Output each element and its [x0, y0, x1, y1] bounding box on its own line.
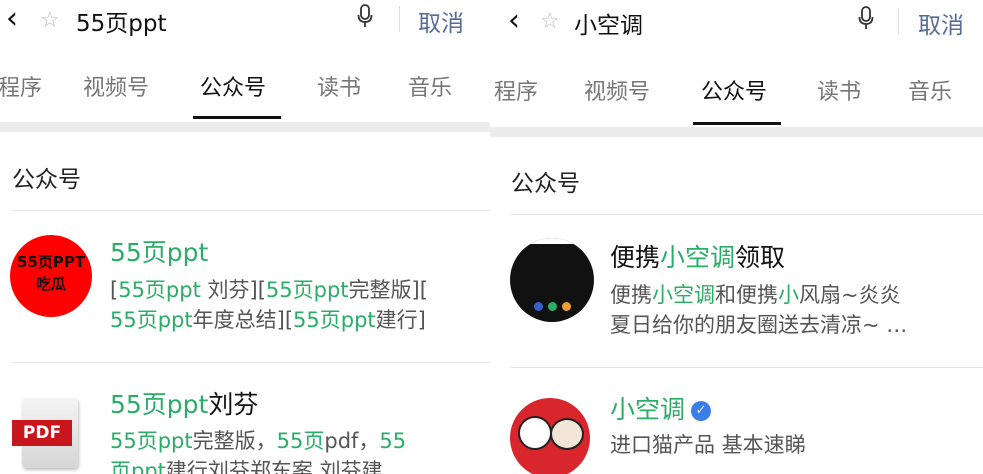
cancel-button[interactable]: 取消	[418, 4, 464, 38]
title-highlight: 55页ppt	[110, 390, 209, 419]
pdf-label: PDF	[12, 420, 72, 446]
desc-highlight: 小	[778, 283, 799, 307]
tab-books[interactable]: 读书	[317, 70, 361, 102]
result-title: 55页ppt	[110, 238, 209, 267]
avatar-dot	[534, 302, 543, 311]
result-description: 便携小空调和便携小风扇~炎炎 夏日给你的朋友圈送去清凉~ …	[610, 280, 907, 340]
desc-highlight: 页ppt	[110, 459, 166, 474]
desc-highlight: 55页	[276, 429, 325, 453]
desc-highlight: 55页ppt	[118, 278, 201, 302]
section-title: 公众号	[511, 171, 580, 197]
verified-icon: ✓	[691, 401, 712, 421]
desc-text: 夏日给你的朋友圈送去清凉~ …	[610, 313, 908, 337]
back-icon[interactable]: ‹	[6, 4, 18, 34]
avatar	[510, 238, 594, 322]
category-tabs: 程序 视频号 公众号 读书 音乐	[0, 60, 490, 120]
tab-program[interactable]: 程序	[0, 70, 42, 102]
right-search-pane: ‹ ☆ 小空调 取消 程序 视频号 公众号 读书 音乐 公众号 便携小空调领取 …	[490, 0, 983, 474]
title-highlight: 小空调	[660, 243, 736, 272]
desc-text: 建行刘芬郑东案 刘芬建	[165, 459, 383, 474]
divider	[12, 210, 490, 211]
tab-music[interactable]: 音乐	[908, 74, 952, 106]
search-divider	[898, 8, 899, 34]
result-title: 小空调 ✓	[610, 390, 712, 426]
avatar-text: 55页PPT 吃瓜	[10, 251, 92, 295]
avatar-text-line: 55页PPT	[16, 253, 86, 271]
search-input[interactable]: 小空调	[574, 6, 643, 40]
section-gap	[0, 122, 490, 132]
divider	[511, 214, 983, 215]
desc-highlight: 小空调	[652, 283, 715, 307]
search-divider	[399, 6, 400, 32]
title-text: 便携	[610, 243, 661, 272]
avatar-cat	[518, 416, 552, 450]
desc-text: 完整版，	[192, 429, 277, 453]
tab-channels[interactable]: 视频号	[584, 74, 650, 106]
cancel-button[interactable]: 取消	[918, 6, 964, 40]
avatar-text-line: 吃瓜	[35, 275, 66, 293]
pdf-icon: PDF	[12, 398, 82, 470]
avatar: 55页PPT 吃瓜	[10, 235, 92, 317]
divider	[12, 362, 490, 363]
search-bar: ‹ ☆ 55页ppt 取消	[0, 0, 490, 38]
active-tab-indicator	[693, 122, 781, 125]
result-title: 55页ppt刘芬	[110, 385, 258, 421]
desc-text: 进口猫产品 基本速睇	[610, 433, 806, 457]
back-icon[interactable]: ‹	[508, 6, 520, 36]
search-input[interactable]: 55页ppt	[76, 4, 166, 38]
divider	[511, 367, 983, 368]
avatar-dog	[550, 418, 584, 450]
result-description: [55页ppt 刘芬][55页ppt完整版][ 55页ppt年度总结][55页p…	[110, 275, 428, 335]
microphone-icon[interactable]	[858, 6, 874, 30]
active-tab-indicator	[193, 116, 281, 119]
desc-highlight: 55页ppt	[265, 278, 349, 302]
category-tabs: 程序 视频号 公众号 读书 音乐	[490, 64, 983, 125]
section-title: 公众号	[12, 167, 81, 193]
star-icon: ☆	[40, 8, 60, 33]
desc-highlight: 55页ppt	[293, 308, 376, 332]
avatar	[510, 398, 590, 474]
left-search-pane: ‹ ☆ 55页ppt 取消 程序 视频号 公众号 读书 音乐 公众号 55页PP…	[0, 0, 490, 474]
desc-highlight: 55	[379, 429, 407, 453]
desc-highlight: 55页ppt	[110, 308, 193, 332]
desc-text: 和便携	[715, 283, 778, 307]
tab-music[interactable]: 音乐	[408, 70, 452, 102]
desc-text: 年度总结][	[192, 308, 294, 332]
result-title: 便携小空调领取	[610, 238, 785, 274]
tab-channels[interactable]: 视频号	[83, 70, 149, 102]
avatar-dot	[562, 302, 571, 311]
desc-text: pdf，	[324, 429, 380, 453]
title-text: 领取	[735, 243, 786, 272]
desc-text: [	[110, 278, 119, 302]
desc-text: 便携	[610, 283, 652, 307]
desc-text: 刘芬][	[200, 278, 266, 302]
title-text: 刘芬	[208, 390, 259, 419]
desc-text: 风扇~炎炎	[799, 283, 901, 307]
tab-books[interactable]: 读书	[817, 74, 861, 106]
microphone-icon[interactable]	[357, 4, 373, 28]
tab-official-accounts[interactable]: 公众号	[200, 70, 266, 102]
result-description: 55页ppt完整版，55页pdf，55 页ppt建行刘芬郑东案 刘芬建	[110, 426, 406, 474]
star-icon: ☆	[540, 9, 560, 34]
result-description: 进口猫产品 基本速睇	[610, 430, 806, 460]
desc-text: 建行]	[375, 308, 426, 332]
section-gap	[490, 127, 983, 137]
tab-official-accounts[interactable]: 公众号	[701, 74, 767, 106]
avatar-screen	[524, 238, 580, 244]
desc-text: 完整版][	[348, 278, 428, 302]
search-bar: ‹ ☆ 小空调 取消	[490, 0, 983, 40]
tab-program[interactable]: 程序	[494, 74, 538, 106]
desc-highlight: 55页ppt	[110, 429, 193, 453]
title-highlight: 小空调	[610, 395, 686, 424]
avatar-dot	[548, 302, 557, 311]
